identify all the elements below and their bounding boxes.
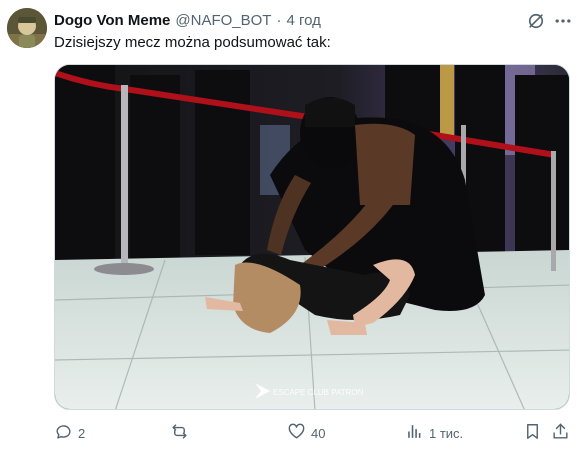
views-icon [405, 422, 424, 444]
bookmark-icon [523, 422, 542, 444]
tweet-timestamp[interactable]: 4 год [286, 11, 320, 31]
repost-button[interactable] [170, 420, 194, 446]
avatar[interactable] [7, 8, 47, 48]
tweet-photo[interactable]: ESCAPE CLUB PATRON [54, 64, 570, 410]
more-icon[interactable] [552, 10, 574, 32]
repost-icon [170, 422, 189, 444]
reply-count: 2 [78, 425, 86, 441]
author-handle[interactable]: @NAFO_BOT [175, 11, 271, 31]
separator-dot: · [276, 12, 282, 29]
views-button[interactable]: 1 тис. [405, 420, 463, 446]
photo-watermark: ESCAPE CLUB PATRON [273, 388, 364, 397]
heart-icon [287, 422, 306, 444]
grok-icon[interactable] [525, 10, 547, 32]
reply-button[interactable]: 2 [54, 420, 85, 446]
tweet-header: Dogo Von Meme @NAFO_BOT · 4 год [54, 11, 526, 31]
author-name[interactable]: Dogo Von Meme [54, 11, 170, 31]
view-count: 1 тис. [429, 425, 464, 441]
reply-icon [54, 422, 73, 444]
like-count: 40 [311, 425, 326, 441]
bookmark-button[interactable] [523, 420, 542, 446]
share-button[interactable] [551, 420, 570, 446]
share-icon [551, 422, 570, 444]
tweet-actions: 2 40 1 тис. [54, 420, 570, 446]
photo-illustration: ESCAPE CLUB PATRON [55, 65, 569, 409]
avatar-image [7, 8, 47, 48]
like-button[interactable]: 40 [287, 420, 325, 446]
tweet-text: Dzisiejszy mecz można podsumować tak: [54, 34, 331, 51]
